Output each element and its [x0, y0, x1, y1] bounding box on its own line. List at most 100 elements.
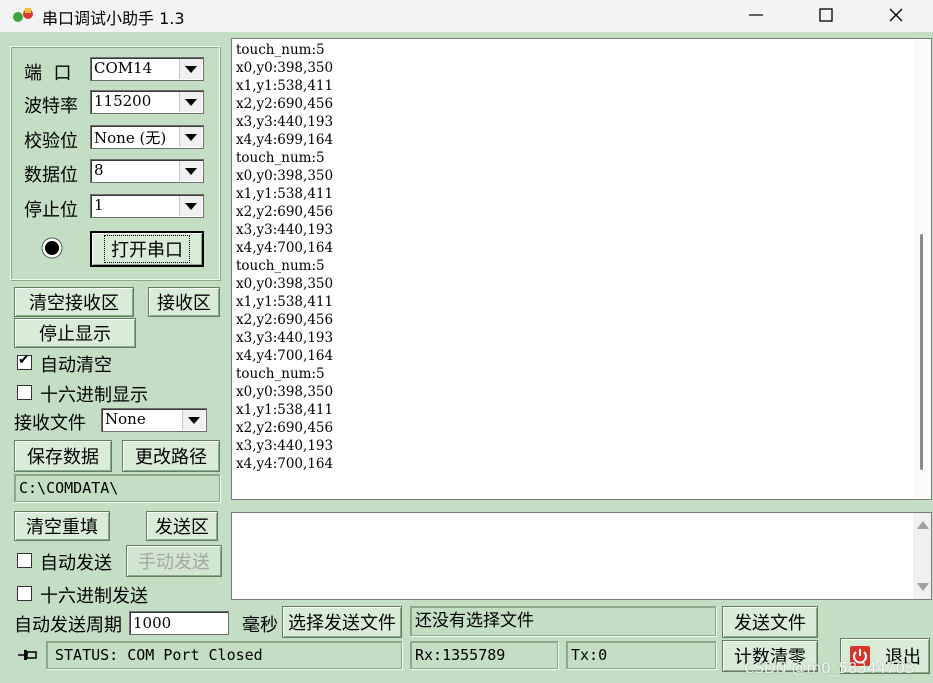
chevron-down-icon: [185, 202, 197, 210]
pin-icon[interactable]: [16, 646, 38, 664]
maximize-icon: [819, 8, 833, 22]
receive-line: x1,y1:538,411: [236, 402, 334, 418]
recv-file-label: 接收文件: [14, 413, 86, 434]
receive-line: touch_num:5: [236, 150, 325, 166]
receive-scrollbar[interactable]: [913, 39, 931, 499]
app-logo-icon: [13, 8, 33, 22]
receive-line: x1,y1:538,411: [236, 294, 334, 310]
minimize-icon: [749, 14, 763, 16]
stopbits-select[interactable]: 1: [90, 194, 204, 218]
send-area-button[interactable]: 发送区: [146, 511, 218, 541]
save-path-display: C:\COMDATA\: [14, 474, 220, 502]
receive-line: touch_num:5: [236, 42, 325, 58]
baud-select[interactable]: 115200: [90, 90, 204, 114]
chevron-down-icon: [185, 65, 197, 73]
file-status-display: 还没有选择文件: [410, 606, 716, 636]
stopbits-label: 停止位: [24, 200, 78, 221]
tx-counter: Tx:0: [566, 641, 716, 669]
databits-select[interactable]: 8: [90, 159, 204, 183]
receive-line: x0,y0:398,350: [236, 168, 334, 184]
chevron-down-icon: [188, 416, 200, 424]
receive-line: x4,y4:699,164: [236, 132, 334, 148]
open-port-label: 打开串口: [104, 235, 190, 263]
stop-display-button[interactable]: 停止显示: [14, 318, 136, 348]
recv-file-value: None: [105, 410, 146, 428]
auto-send-label: 自动发送: [40, 553, 112, 574]
receive-line: touch_num:5: [236, 366, 325, 382]
choose-send-file-button[interactable]: 选择发送文件: [282, 606, 402, 638]
manual-send-button[interactable]: 手动发送: [126, 545, 222, 577]
port-select[interactable]: COM14: [90, 57, 204, 81]
parity-select[interactable]: None (无): [90, 125, 204, 149]
port-status-indicator-icon: [41, 237, 63, 259]
auto-send-checkbox[interactable]: [17, 553, 32, 568]
receive-line: x2,y2:690,456: [236, 96, 334, 112]
hex-display-checkbox[interactable]: [17, 385, 32, 400]
scroll-up-icon[interactable]: [917, 521, 929, 529]
watermark-text: CSDN @m0_58344703: [744, 659, 915, 677]
receive-textarea[interactable]: touch_num:5 x0,y0:398,350 x1,y1:538,411 x2,…: [231, 38, 932, 500]
change-path-button[interactable]: 更改路径: [122, 440, 220, 472]
receive-line: x1,y1:538,411: [236, 78, 334, 94]
parity-value: None (无): [94, 129, 167, 147]
maximize-button[interactable]: [794, 0, 858, 30]
receive-text: touch_num:5 x0,y0:398,350 x1,y1:538,411 x2,…: [236, 41, 333, 473]
receive-line: x0,y0:398,350: [236, 60, 334, 76]
clear-receive-button[interactable]: 清空接收区: [14, 287, 134, 317]
recv-file-dropdown-button[interactable]: [182, 410, 205, 430]
rx-counter: Rx:1355789: [410, 641, 558, 669]
period-value: 1000: [133, 614, 172, 632]
receive-line: x2,y2:690,456: [236, 420, 334, 436]
scroll-down-icon[interactable]: [917, 583, 929, 591]
send-textarea[interactable]: [231, 512, 932, 600]
chevron-down-icon: [185, 98, 197, 106]
title-bar[interactable]: 串口调试小助手 1.3: [0, 0, 933, 32]
window-title: 串口调试小助手 1.3: [42, 9, 185, 28]
stopbits-dropdown-button[interactable]: [179, 196, 202, 216]
ms-label: 毫秒: [242, 615, 278, 636]
baud-dropdown-button[interactable]: [179, 92, 202, 112]
hex-send-checkbox[interactable]: [17, 586, 32, 601]
port-label: 端 口: [24, 63, 72, 84]
receive-line: x3,y3:440,193: [236, 438, 334, 454]
app-window: 串口调试小助手 1.3 端 口 COM14 波特率 115200 校验位 Non…: [0, 0, 933, 683]
chevron-down-icon: [185, 133, 197, 141]
close-icon: [889, 8, 903, 22]
hex-send-label: 十六进制发送: [40, 586, 148, 607]
clear-refill-button[interactable]: 清空重填: [14, 511, 110, 541]
receive-line: touch_num:5: [236, 258, 325, 274]
receive-line: x2,y2:690,456: [236, 312, 334, 328]
parity-dropdown-button[interactable]: [179, 127, 202, 147]
receive-scrollbar-thumb[interactable]: [920, 234, 923, 470]
period-label: 自动发送周期: [14, 615, 122, 636]
auto-clear-label: 自动清空: [40, 355, 112, 376]
parity-label: 校验位: [24, 131, 78, 152]
port-value: COM14: [94, 59, 153, 77]
port-dropdown-button[interactable]: [179, 59, 202, 79]
auto-clear-checkbox[interactable]: [17, 352, 32, 370]
databits-dropdown-button[interactable]: [179, 161, 202, 181]
chevron-down-icon: [185, 167, 197, 175]
save-data-button[interactable]: 保存数据: [14, 440, 112, 472]
hex-display-label: 十六进制显示: [40, 385, 148, 406]
recv-file-select[interactable]: None: [101, 408, 207, 432]
receive-line: x1,y1:538,411: [236, 186, 334, 202]
receive-line: x4,y4:700,164: [236, 240, 334, 256]
minimize-button[interactable]: [724, 0, 788, 30]
period-input[interactable]: 1000: [129, 611, 229, 635]
receive-line: x3,y3:440,193: [236, 114, 334, 130]
receive-area-button[interactable]: 接收区: [148, 287, 220, 317]
status-text: STATUS: COM Port Closed: [46, 641, 402, 669]
databits-label: 数据位: [24, 165, 78, 186]
receive-line: x2,y2:690,456: [236, 204, 334, 220]
send-file-button[interactable]: 发送文件: [722, 606, 818, 638]
open-port-button[interactable]: 打开串口: [90, 231, 204, 267]
close-button[interactable]: [864, 0, 928, 30]
stopbits-value: 1: [94, 196, 104, 214]
receive-line: x4,y4:700,164: [236, 348, 334, 364]
receive-line: x3,y3:440,193: [236, 222, 334, 238]
receive-line: x4,y4:700,164: [236, 456, 334, 472]
receive-line: x3,y3:440,193: [236, 330, 334, 346]
send-scrollbar[interactable]: [913, 513, 931, 599]
databits-value: 8: [94, 161, 104, 179]
